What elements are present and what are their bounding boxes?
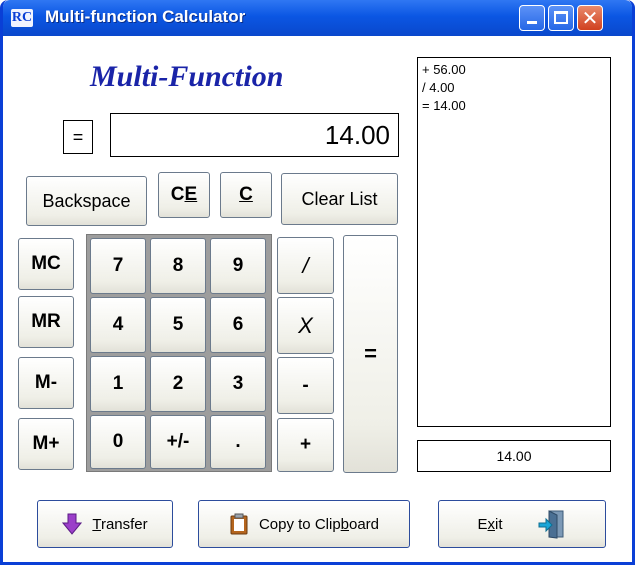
brand-heading: Multi-Function xyxy=(90,60,284,93)
clear-button[interactable]: C xyxy=(220,172,272,218)
clipboard-icon xyxy=(230,513,248,535)
key-8[interactable]: 8 xyxy=(150,238,206,294)
maximize-icon xyxy=(554,11,568,24)
calculator-display: 14.00 xyxy=(110,113,399,157)
result-field: 14.00 xyxy=(417,440,611,472)
clear-entry-label: C xyxy=(170,184,185,205)
key-9[interactable]: 9 xyxy=(210,238,266,294)
memory-clear-button[interactable]: MC xyxy=(18,238,74,290)
key-plus-minus[interactable]: +/- xyxy=(150,415,206,469)
clear-label: C xyxy=(239,184,253,205)
history-list[interactable]: + 56.00 / 4.00 = 14.00 xyxy=(417,57,611,427)
window-title: Multi-function Calculator xyxy=(45,7,246,26)
app-icon: RC xyxy=(11,9,33,27)
number-keypad: 7 8 9 4 5 6 1 2 3 0 +/- . xyxy=(86,234,272,472)
key-5[interactable]: 5 xyxy=(150,297,206,353)
key-4[interactable]: 4 xyxy=(90,297,146,353)
minimize-button[interactable] xyxy=(519,5,545,31)
arrow-down-icon xyxy=(62,513,83,535)
key-7[interactable]: 7 xyxy=(90,238,146,294)
history-item: = 14.00 xyxy=(422,98,466,113)
backspace-button[interactable]: Backspace xyxy=(26,176,147,226)
history-item: + 56.00 xyxy=(422,62,466,77)
memory-subtract-button[interactable]: M- xyxy=(18,357,74,409)
add-button[interactable]: + xyxy=(277,418,334,472)
key-3[interactable]: 3 xyxy=(210,356,266,412)
minimize-icon xyxy=(527,21,537,24)
close-button[interactable]: ✕ xyxy=(577,5,603,31)
divide-button[interactable]: / xyxy=(277,237,334,294)
memory-add-button[interactable]: M+ xyxy=(18,418,74,470)
memory-recall-button[interactable]: MR xyxy=(18,296,74,348)
clear-entry-button[interactable]: CE xyxy=(158,172,210,218)
multiply-button[interactable]: X xyxy=(277,297,334,354)
key-0[interactable]: 0 xyxy=(90,415,146,469)
copy-to-clipboard-button[interactable]: Copy to Clipboard xyxy=(198,500,410,548)
key-decimal[interactable]: . xyxy=(210,415,266,469)
maximize-button[interactable] xyxy=(548,5,574,31)
title-bar[interactable]: RC Multi-function Calculator ✕ xyxy=(3,0,632,36)
transfer-label: Transfer xyxy=(92,515,148,533)
equals-button[interactable]: = xyxy=(343,235,398,473)
key-2[interactable]: 2 xyxy=(150,356,206,412)
operator-indicator: = xyxy=(63,120,93,154)
key-1[interactable]: 1 xyxy=(90,356,146,412)
close-icon: ✕ xyxy=(581,6,599,30)
exit-label: Exit xyxy=(477,515,503,533)
clear-list-button[interactable]: Clear List xyxy=(281,173,398,225)
clear-entry-underlined: E xyxy=(184,184,198,205)
history-item: / 4.00 xyxy=(422,80,455,95)
subtract-button[interactable]: - xyxy=(277,357,334,414)
transfer-button[interactable]: Transfer xyxy=(37,500,173,548)
exit-button[interactable]: Exit xyxy=(438,500,606,548)
exit-door-icon xyxy=(538,510,563,539)
copy-to-clipboard-label: Copy to Clipboard xyxy=(258,515,380,533)
key-6[interactable]: 6 xyxy=(210,297,266,353)
